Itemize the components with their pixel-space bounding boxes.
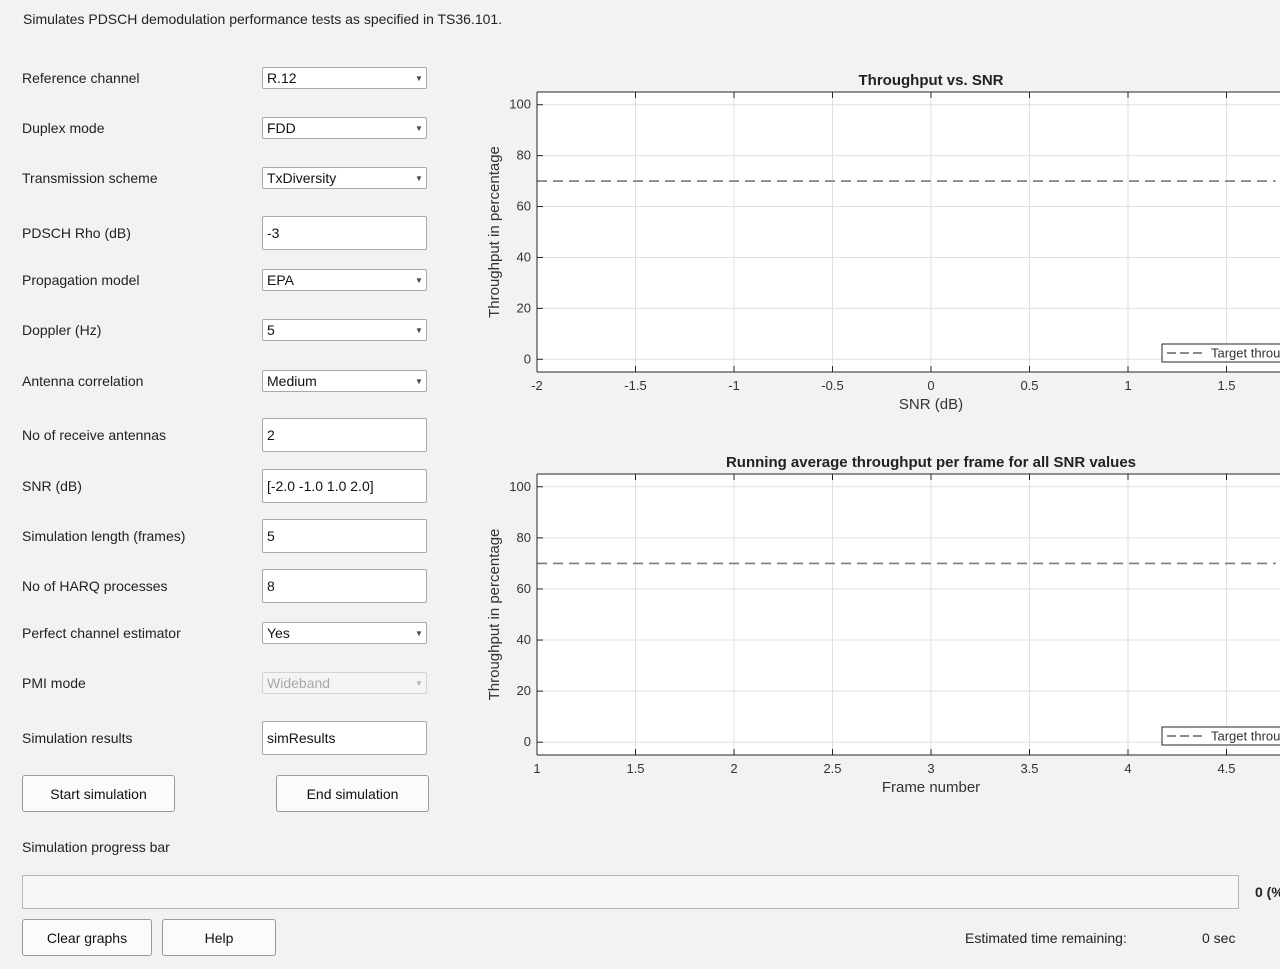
chevron-down-icon: ▼ [415,275,423,285]
y-axis-label: Throughput in percentage [486,529,503,701]
y-axis-label: Throughput in percentage [486,146,503,318]
text-field-8[interactable]: [-2.0 -1.0 1.0 2.0] [262,469,427,503]
field-label-7: No of receive antennas [22,427,166,443]
clear-graphs-button[interactable]: Clear graphs [22,919,152,956]
y-tick-label: 80 [517,530,531,545]
y-tick-label: 60 [517,581,531,596]
x-tick-label: 2.5 [823,761,841,776]
x-tick-label: 0 [927,378,934,393]
y-tick-label: 0 [524,734,531,749]
y-tick-label: 40 [517,249,531,264]
dropdown-11[interactable]: Yes ▼ [262,622,427,644]
chart-title: Throughput vs. SNR [859,72,1004,89]
x-tick-label: -1.5 [624,378,646,393]
x-tick-label: 3 [927,761,934,776]
dropdown-value: 5 [267,322,275,338]
dropdown-6[interactable]: Medium ▼ [262,370,427,392]
text-field-13[interactable]: simResults [262,721,427,755]
app-description: Simulates PDSCH demodulation performance… [23,11,503,27]
text-field-9[interactable]: 5 [262,519,427,553]
dropdown-value: Wideband [267,675,331,691]
y-tick-label: 80 [517,148,531,163]
time-remaining-value: 0 sec [1202,930,1236,946]
x-tick-label: -0.5 [821,378,843,393]
chevron-down-icon: ▼ [415,173,423,183]
dropdown-value: R.12 [267,70,297,86]
y-tick-label: 0 [524,351,531,366]
field-label-10: No of HARQ processes [22,578,168,594]
chevron-down-icon: ▼ [415,325,423,335]
chevron-down-icon: ▼ [415,73,423,83]
x-tick-label: 0.5 [1020,378,1038,393]
dropdown-value: TxDiversity [267,170,337,186]
legend-label: Target throu [1211,346,1280,361]
y-tick-label: 20 [517,683,531,698]
field-label-8: SNR (dB) [22,478,82,494]
x-tick-label: 4 [1124,761,1131,776]
progress-percent: 0 (%) [1255,884,1280,900]
dropdown-4[interactable]: EPA ▼ [262,269,427,291]
x-tick-label: 1 [533,761,540,776]
field-label-3: PDSCH Rho (dB) [22,225,131,241]
chevron-down-icon: ▼ [415,628,423,638]
chevron-down-icon: ▼ [415,123,423,133]
text-field-3[interactable]: -3 [262,216,427,250]
dropdown-2[interactable]: TxDiversity ▼ [262,167,427,189]
x-tick-label: 1.5 [1217,378,1235,393]
x-tick-label: 3.5 [1020,761,1038,776]
running-average-throughput-chart: 1 1.5 2 2.5 3 3.5 4 4.5 0 20 40 60 80 100 Running aver… [486,454,1280,796]
x-tick-label: 4.5 [1217,761,1235,776]
plot-area [537,92,1280,372]
field-label-2: Transmission scheme [22,170,158,186]
progress-label: Simulation progress bar [22,839,170,855]
chevron-down-icon: ▼ [415,376,423,386]
plot-area [537,474,1280,755]
chart-title: Running average throughput per frame for… [726,454,1136,471]
chevron-down-icon: ▼ [415,678,423,688]
field-label-5: Doppler (Hz) [22,322,102,338]
x-tick-label: 1 [1124,378,1131,393]
dropdown-12: Wideband ▼ [262,672,427,694]
dropdown-5[interactable]: 5 ▼ [262,319,427,341]
field-label-13: Simulation results [22,730,133,746]
text-field-7[interactable]: 2 [262,418,427,452]
x-axis-label: SNR (dB) [899,396,963,413]
x-tick-label: -1 [728,378,740,393]
field-label-0: Reference channel [22,70,140,86]
dropdown-value: EPA [267,272,294,288]
dropdown-value: FDD [267,120,296,136]
y-tick-label: 20 [517,300,531,315]
field-label-4: Propagation model [22,272,140,288]
throughput-vs-snr-chart: -2 -1.5 -1 -0.5 0 0.5 1 1.5 0 20 40 60 80 100 Throughp… [486,72,1280,413]
x-axis-label: Frame number [882,779,980,796]
dropdown-1[interactable]: FDD ▼ [262,117,427,139]
start-simulation-button[interactable]: Start simulation [22,775,175,812]
dropdown-value: Yes [267,625,290,641]
dropdown-0[interactable]: R.12 ▼ [262,67,427,89]
end-simulation-button[interactable]: End simulation [276,775,429,812]
y-tick-label: 100 [509,479,531,494]
field-label-12: PMI mode [22,675,86,691]
field-label-6: Antenna correlation [22,373,144,389]
y-tick-label: 40 [517,632,531,647]
y-tick-label: 100 [509,97,531,112]
time-remaining-label: Estimated time remaining: [965,930,1127,946]
simulation-progress-bar [22,875,1239,909]
x-tick-label: 2 [730,761,737,776]
field-label-1: Duplex mode [22,120,105,136]
text-field-10[interactable]: 8 [262,569,427,603]
field-label-9: Simulation length (frames) [22,528,186,544]
x-tick-label: 1.5 [626,761,644,776]
help-button[interactable]: Help [162,919,276,956]
y-tick-label: 60 [517,199,531,214]
dropdown-value: Medium [267,373,317,389]
field-label-11: Perfect channel estimator [22,625,181,641]
legend-label: Target throu [1211,729,1280,744]
x-tick-label: -2 [531,378,543,393]
